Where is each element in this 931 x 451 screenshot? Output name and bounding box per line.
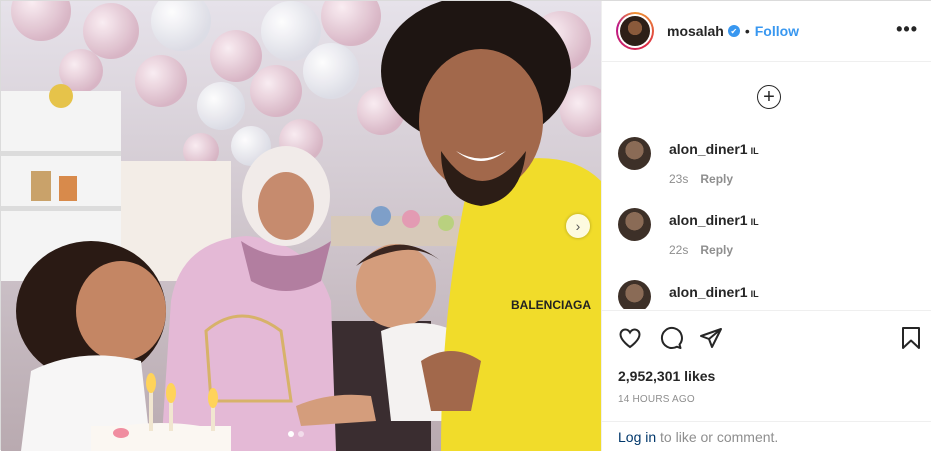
comment-icon[interactable]	[659, 326, 683, 350]
post-timestamp[interactable]: 14 HOURS AGO	[618, 394, 695, 405]
instagram-post: BALENCIAGA › mosalah ✔ • Follow ••• + al…	[0, 0, 931, 451]
post-actions: 2,952,301 likes 14 HOURS AGO	[602, 310, 931, 421]
carousel-dot-active	[288, 431, 294, 437]
load-more-comments-button[interactable]: +	[757, 85, 781, 109]
post-header: mosalah ✔ • Follow •••	[602, 1, 931, 62]
dot-separator: •	[744, 23, 750, 39]
plus-icon: +	[763, 86, 775, 108]
bookmark-icon[interactable]	[899, 326, 923, 350]
login-prompt: Log in to like or comment.	[602, 421, 931, 451]
carousel-dot	[298, 431, 304, 437]
heart-icon[interactable]	[618, 326, 642, 350]
comment-flag: IL	[750, 217, 759, 227]
comment-time: 22s	[669, 243, 689, 257]
comment-username-text[interactable]: alon_diner1	[669, 212, 748, 228]
comments-list[interactable]: + alon_diner1 IL 23s Reply alon_diner1 IL 2…	[602, 63, 931, 309]
comment-username-text[interactable]: alon_diner1	[669, 284, 748, 300]
avatar-frame	[618, 14, 652, 48]
login-link[interactable]: Log in	[618, 429, 656, 445]
comment-username[interactable]: alon_diner1 IL	[669, 141, 759, 157]
post-side-panel: mosalah ✔ • Follow ••• + alon_diner1 IL 2…	[601, 1, 931, 451]
comment-item: alon_diner1 IL	[618, 264, 918, 309]
share-icon[interactable]	[699, 326, 723, 350]
comment-meta: 23s Reply	[669, 172, 733, 186]
profile-avatar[interactable]	[616, 12, 654, 50]
comment-username[interactable]: alon_diner1 IL	[669, 284, 759, 300]
comment-username-text[interactable]: alon_diner1	[669, 141, 748, 157]
reply-button[interactable]: Reply	[700, 172, 733, 186]
post-photo[interactable]: BALENCIAGA ›	[1, 1, 601, 451]
carousel-next-button[interactable]: ›	[566, 214, 590, 238]
reply-button[interactable]: Reply	[700, 243, 733, 257]
comment-flag: IL	[750, 146, 759, 156]
comment-item: alon_diner1 IL 22s Reply	[618, 192, 918, 257]
shirt-brand-text: BALENCIAGA	[511, 298, 591, 312]
birthday-photo: BALENCIAGA	[1, 1, 601, 451]
likes-count[interactable]: 2,952,301 likes	[618, 368, 715, 384]
carousel-indicator	[288, 431, 304, 437]
comment-item: alon_diner1 IL 23s Reply	[618, 121, 918, 186]
follow-button[interactable]: Follow	[755, 23, 799, 39]
login-prompt-text: to like or comment.	[656, 429, 779, 445]
avatar-image	[620, 16, 650, 46]
username-link[interactable]: mosalah	[667, 23, 724, 39]
comment-time: 23s	[669, 172, 689, 186]
chevron-right-icon: ›	[575, 218, 581, 234]
comment-meta: 22s Reply	[669, 243, 733, 257]
comment-avatar[interactable]	[618, 280, 651, 309]
comment-username[interactable]: alon_diner1 IL	[669, 212, 759, 228]
comment-flag: IL	[750, 289, 759, 299]
verified-badge-icon: ✔	[727, 25, 740, 37]
comment-avatar[interactable]	[618, 137, 651, 170]
more-options-icon[interactable]: •••	[896, 19, 918, 40]
comment-avatar[interactable]	[618, 208, 651, 241]
